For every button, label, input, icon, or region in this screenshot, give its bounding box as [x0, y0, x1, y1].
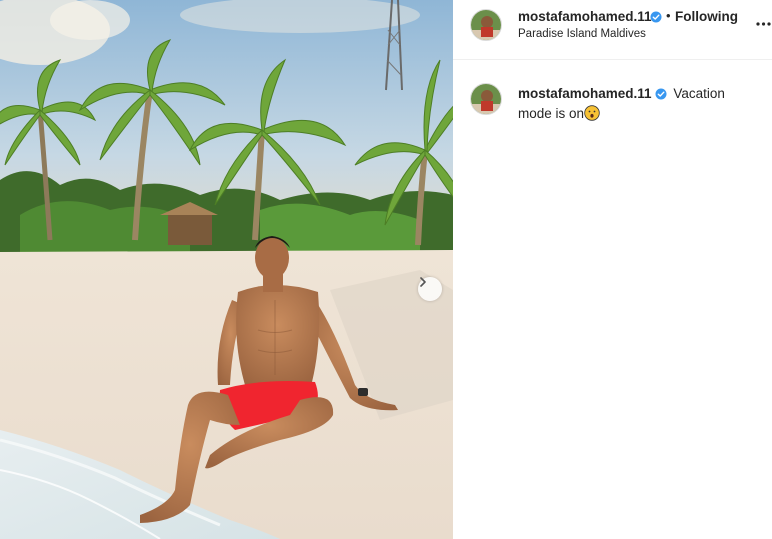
beach-photo-image — [0, 0, 453, 539]
caption-avatar[interactable] — [470, 83, 502, 115]
caption-username[interactable]: mostafamohamed.11 — [518, 86, 652, 101]
post-header: mostafamohamed.11 • Following Paradise I… — [453, 0, 772, 60]
post-photo[interactable] — [0, 0, 453, 539]
avatar[interactable] — [470, 9, 502, 41]
header-username[interactable]: mostafamohamed.11 — [518, 9, 652, 24]
hushed-face-emoji-icon — [584, 105, 600, 126]
verified-badge-icon — [650, 10, 662, 28]
post-side-panel: mostafamohamed.11 • Following Paradise I… — [453, 0, 772, 539]
more-options-button[interactable] — [755, 16, 772, 32]
separator-dot: • — [666, 8, 671, 23]
avatar-image — [471, 84, 501, 114]
chevron-right-icon — [420, 277, 426, 287]
verified-badge-icon — [655, 87, 667, 105]
avatar-image — [471, 10, 501, 40]
location-link[interactable]: Paradise Island Maldives — [518, 28, 646, 40]
more-horizontal-icon — [756, 22, 771, 26]
following-button[interactable]: Following — [675, 9, 738, 24]
caption-text: mostafamohamed.11 Vacation mode is on — [518, 85, 758, 126]
next-photo-button[interactable] — [418, 277, 442, 301]
